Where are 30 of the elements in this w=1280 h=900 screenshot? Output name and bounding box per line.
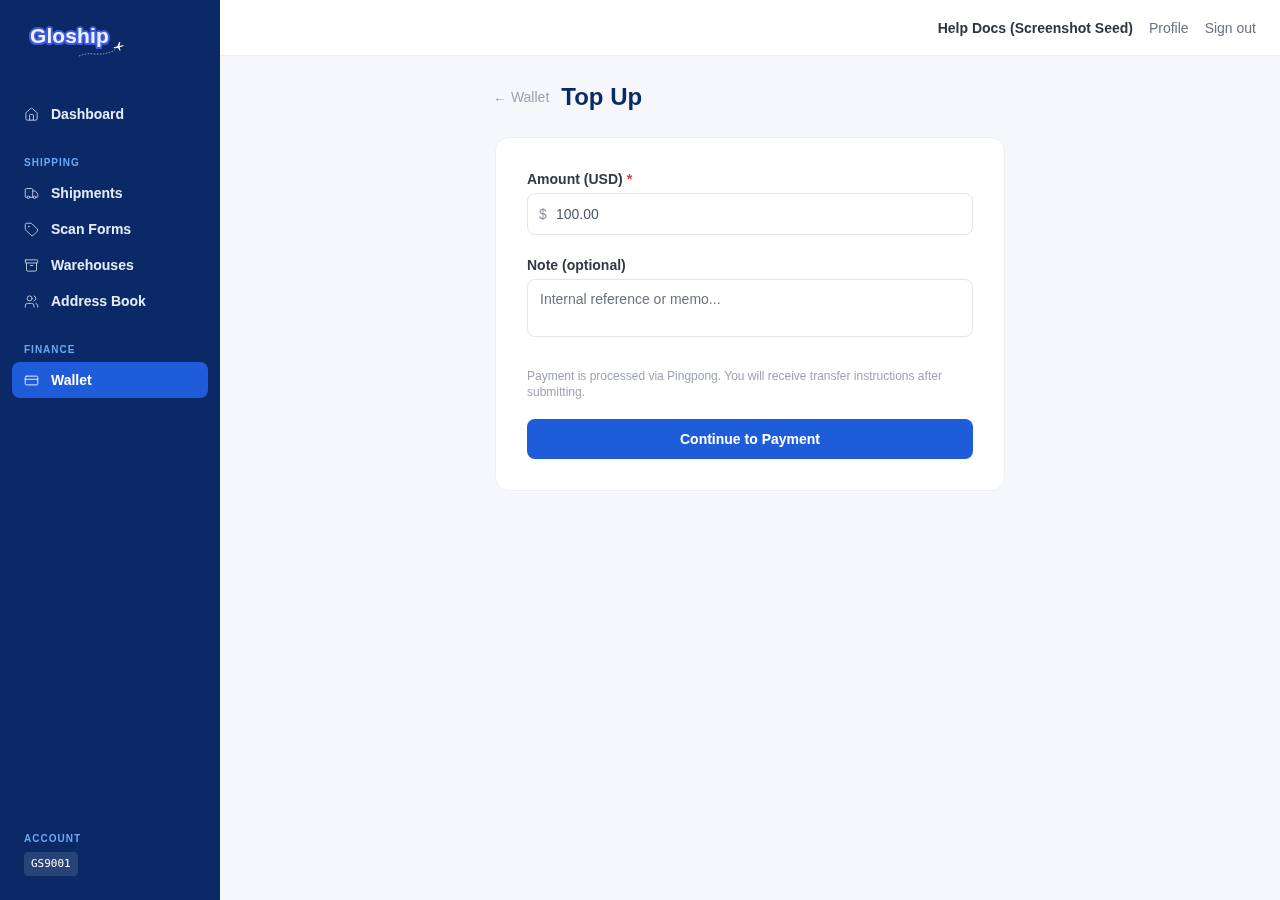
nav-item[interactable]: Address Book: [12, 283, 208, 319]
required-mark: *: [626, 171, 633, 187]
note-field[interactable]: Internal reference or memo...: [527, 279, 973, 337]
header-link[interactable]: Profile: [1148, 19, 1189, 36]
house-icon: [24, 106, 39, 122]
nav-item[interactable]: Warehouses: [12, 247, 208, 283]
section-heading: ACCOUNT: [24, 832, 81, 846]
help-text: Payment is processed via Pingpong. You will receive transfer instructions after submitting.: [527, 368, 943, 400]
field-label: Amount (USD): [527, 171, 623, 187]
nav-item[interactable]: Shipments: [12, 175, 208, 211]
card-icon: [24, 372, 39, 388]
currency-symbol: $: [539, 205, 547, 223]
truck-icon: [24, 185, 39, 201]
nav-item[interactable]: Wallet: [12, 362, 208, 398]
section-heading: FINANCE: [23, 343, 77, 357]
people-icon: [24, 293, 39, 309]
tag-icon: [24, 221, 39, 237]
account-code: GS9001: [24, 852, 78, 876]
flight-path-icon: [78, 49, 116, 57]
header-link[interactable]: Help Docs (Screenshot Seed): [937, 19, 1133, 36]
continue-button[interactable]: Continue to Payment: [527, 419, 973, 459]
nav-item[interactable]: Dashboard: [12, 96, 208, 132]
logo-text: Gloship: [30, 24, 109, 48]
archive-box-icon: [24, 257, 39, 273]
nav-item[interactable]: Scan Forms: [12, 211, 208, 247]
plane-icon: [112, 41, 124, 51]
field-label: Note (optional): [527, 257, 626, 273]
header-link[interactable]: Sign out: [1204, 19, 1256, 36]
section-heading: SHIPPING: [23, 156, 81, 170]
page-title: Top Up: [561, 82, 643, 112]
